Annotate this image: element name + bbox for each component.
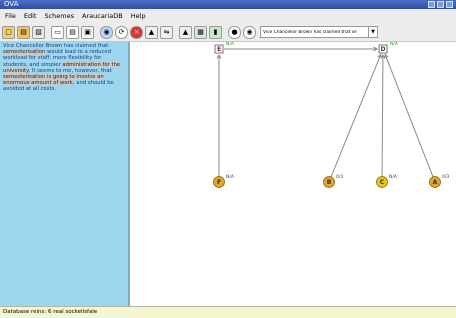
node-label: F [217,179,221,186]
node-icon[interactable]: ● [228,25,241,39]
node-label: D [381,46,386,53]
node-label: C [380,179,385,186]
node-B[interactable]: B 0/3 [323,174,344,188]
menu-bar: File Edit Schemes AraucariaDB Help [0,9,456,24]
tree-icon[interactable]: ▲ [179,25,192,39]
node-label: E [217,46,221,53]
node-label: A [433,179,438,186]
new-icon[interactable]: ▢ [2,25,15,39]
maximize-button[interactable] [437,1,444,8]
menu-file[interactable]: File [5,12,16,20]
layout-icon[interactable]: ▦ [194,25,207,39]
edges-layer [216,46,434,178]
argument-diagram: E N/A D N/A F N/A B 0/3 C N/A A 0/3 [213,41,449,188]
menu-araucariadb[interactable]: AraucariaDB [82,12,123,20]
node-score: 0/3 [336,174,343,180]
text-segment: Vice Chancellor Brown has claimed that [3,43,109,49]
node-D[interactable]: D N/A [378,41,399,54]
node-score: N/A [226,174,235,180]
scheme-select[interactable]: Vice Chancellor Brown has claimed that s… [260,26,378,38]
open-icon[interactable]: ▤ [17,25,30,39]
pin-icon[interactable]: ▲ [145,25,158,39]
page-icon[interactable]: ▭ [51,25,64,39]
nodes-layer: E N/A D N/A F N/A B 0/3 C N/A A 0/3 [213,41,449,188]
node-score: N/A [226,42,235,47]
argument-text-panel[interactable]: Vice Chancellor Brown has claimed that s… [0,42,130,306]
title-bar: OVA [0,0,456,9]
node-score: 0/3 [442,174,449,180]
edge-C-D [381,54,384,178]
node-score: N/A [389,174,398,180]
node-score: N/A [390,42,399,47]
paste-icon[interactable]: ▣ [81,25,94,39]
menu-schemes[interactable]: Schemes [44,12,74,20]
node-C[interactable]: C N/A [376,174,398,188]
zoom-icon[interactable]: ◉ [100,25,113,39]
status-bar: Database reins: 6 real sockellsfale [0,306,456,318]
toolbar: ▢ ▤ ▧ ▭ ▤ ▣ ◉ ⟳ × ▲ ⇋ ▲ ▦ ▮ ● ◉ Vice Cha… [0,23,456,42]
menu-edit[interactable]: Edit [24,12,37,20]
refresh-icon[interactable]: ⟳ [115,25,128,39]
link-icon[interactable]: ⇋ [160,25,173,39]
close-button[interactable] [446,1,453,8]
diagram-canvas[interactable]: E N/A D N/A F N/A B 0/3 C N/A A 0/3 [132,41,456,306]
status-text: Database reins: 6 real sockellsfale [3,309,98,315]
window-title: OVA [4,0,19,8]
node-E[interactable]: E N/A [214,41,235,54]
bookmark-icon[interactable]: ▮ [209,25,222,39]
save-icon[interactable]: ▧ [32,25,45,39]
node-F[interactable]: F N/A [213,174,235,188]
text-segment: . It seems to me, however, that [28,67,112,74]
text-highlight[interactable]: semesterisation [3,49,46,56]
edge-B-D [330,54,382,178]
menu-help[interactable]: Help [131,12,146,20]
delete-icon[interactable]: × [130,25,143,39]
edge-A-D [384,54,434,178]
minimize-button[interactable] [428,1,435,8]
chevron-down-icon[interactable]: ▼ [368,27,377,37]
window-controls [428,1,453,8]
node-label: B [327,179,332,186]
stop-icon[interactable]: ◉ [243,25,256,39]
scheme-select-value: Vice Chancellor Brown has claimed that s… [263,29,357,35]
copy-icon[interactable]: ▤ [66,25,79,39]
